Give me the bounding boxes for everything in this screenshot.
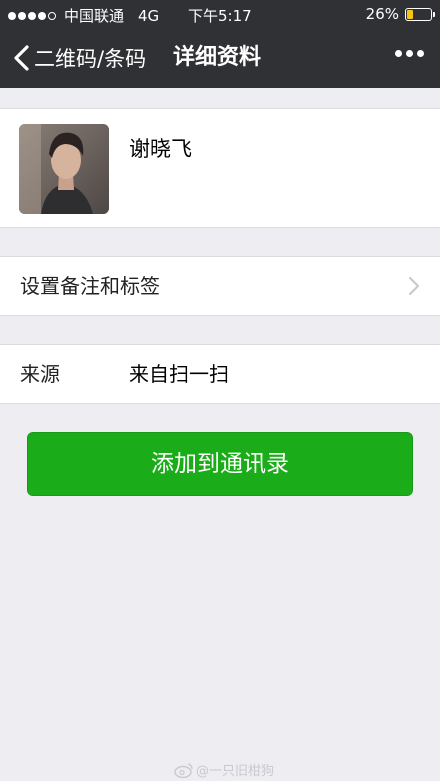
add-to-contacts-button[interactable]: 添加到通讯录 bbox=[27, 432, 413, 496]
avatar-photo bbox=[19, 124, 109, 214]
avatar[interactable] bbox=[19, 124, 109, 214]
back-button[interactable]: 二维码/条码 bbox=[12, 28, 146, 88]
battery-icon bbox=[405, 7, 435, 21]
top-bar: 中国联通 4G 下午5:17 26% 二维码/条码 详细资料 bbox=[0, 0, 440, 88]
profile-card: 谢晓飞 bbox=[0, 108, 440, 228]
remark-tags-label: 设置备注和标签 bbox=[20, 274, 160, 298]
network-type: 4G bbox=[138, 6, 160, 25]
status-left: 中国联通 4G bbox=[8, 5, 159, 26]
watermark-text: @一只旧柑狗 bbox=[196, 764, 275, 779]
status-right: 26% bbox=[365, 5, 435, 23]
nav-bar: 二维码/条码 详细资料 bbox=[0, 28, 440, 88]
status-time: 下午5:17 bbox=[188, 7, 252, 25]
battery-level bbox=[407, 9, 413, 19]
page-title: 详细资料 bbox=[173, 45, 262, 70]
source-value: 来自扫一扫 bbox=[129, 362, 229, 386]
status-bar: 中国联通 4G 下午5:17 26% bbox=[0, 0, 440, 28]
source-row: 来源 来自扫一扫 bbox=[0, 344, 440, 404]
signal-strength-icon bbox=[8, 11, 58, 20]
back-label: 二维码/条码 bbox=[34, 47, 147, 71]
source-label: 来源 bbox=[20, 362, 60, 386]
weibo-logo-icon bbox=[174, 762, 193, 778]
chevron-right-icon bbox=[409, 277, 419, 295]
battery-percent: 26% bbox=[365, 5, 399, 23]
watermark: @一只旧柑狗 bbox=[174, 760, 274, 779]
carrier-name: 中国联通 bbox=[64, 7, 125, 25]
profile-screen: 中国联通 4G 下午5:17 26% 二维码/条码 详细资料 谢晓飞 设置备注和… bbox=[0, 0, 440, 781]
chevron-left-icon bbox=[14, 45, 29, 71]
more-dots-icon[interactable] bbox=[391, 50, 424, 57]
profile-name: 谢晓飞 bbox=[129, 137, 192, 161]
set-remark-tags-row[interactable]: 设置备注和标签 bbox=[0, 256, 440, 316]
